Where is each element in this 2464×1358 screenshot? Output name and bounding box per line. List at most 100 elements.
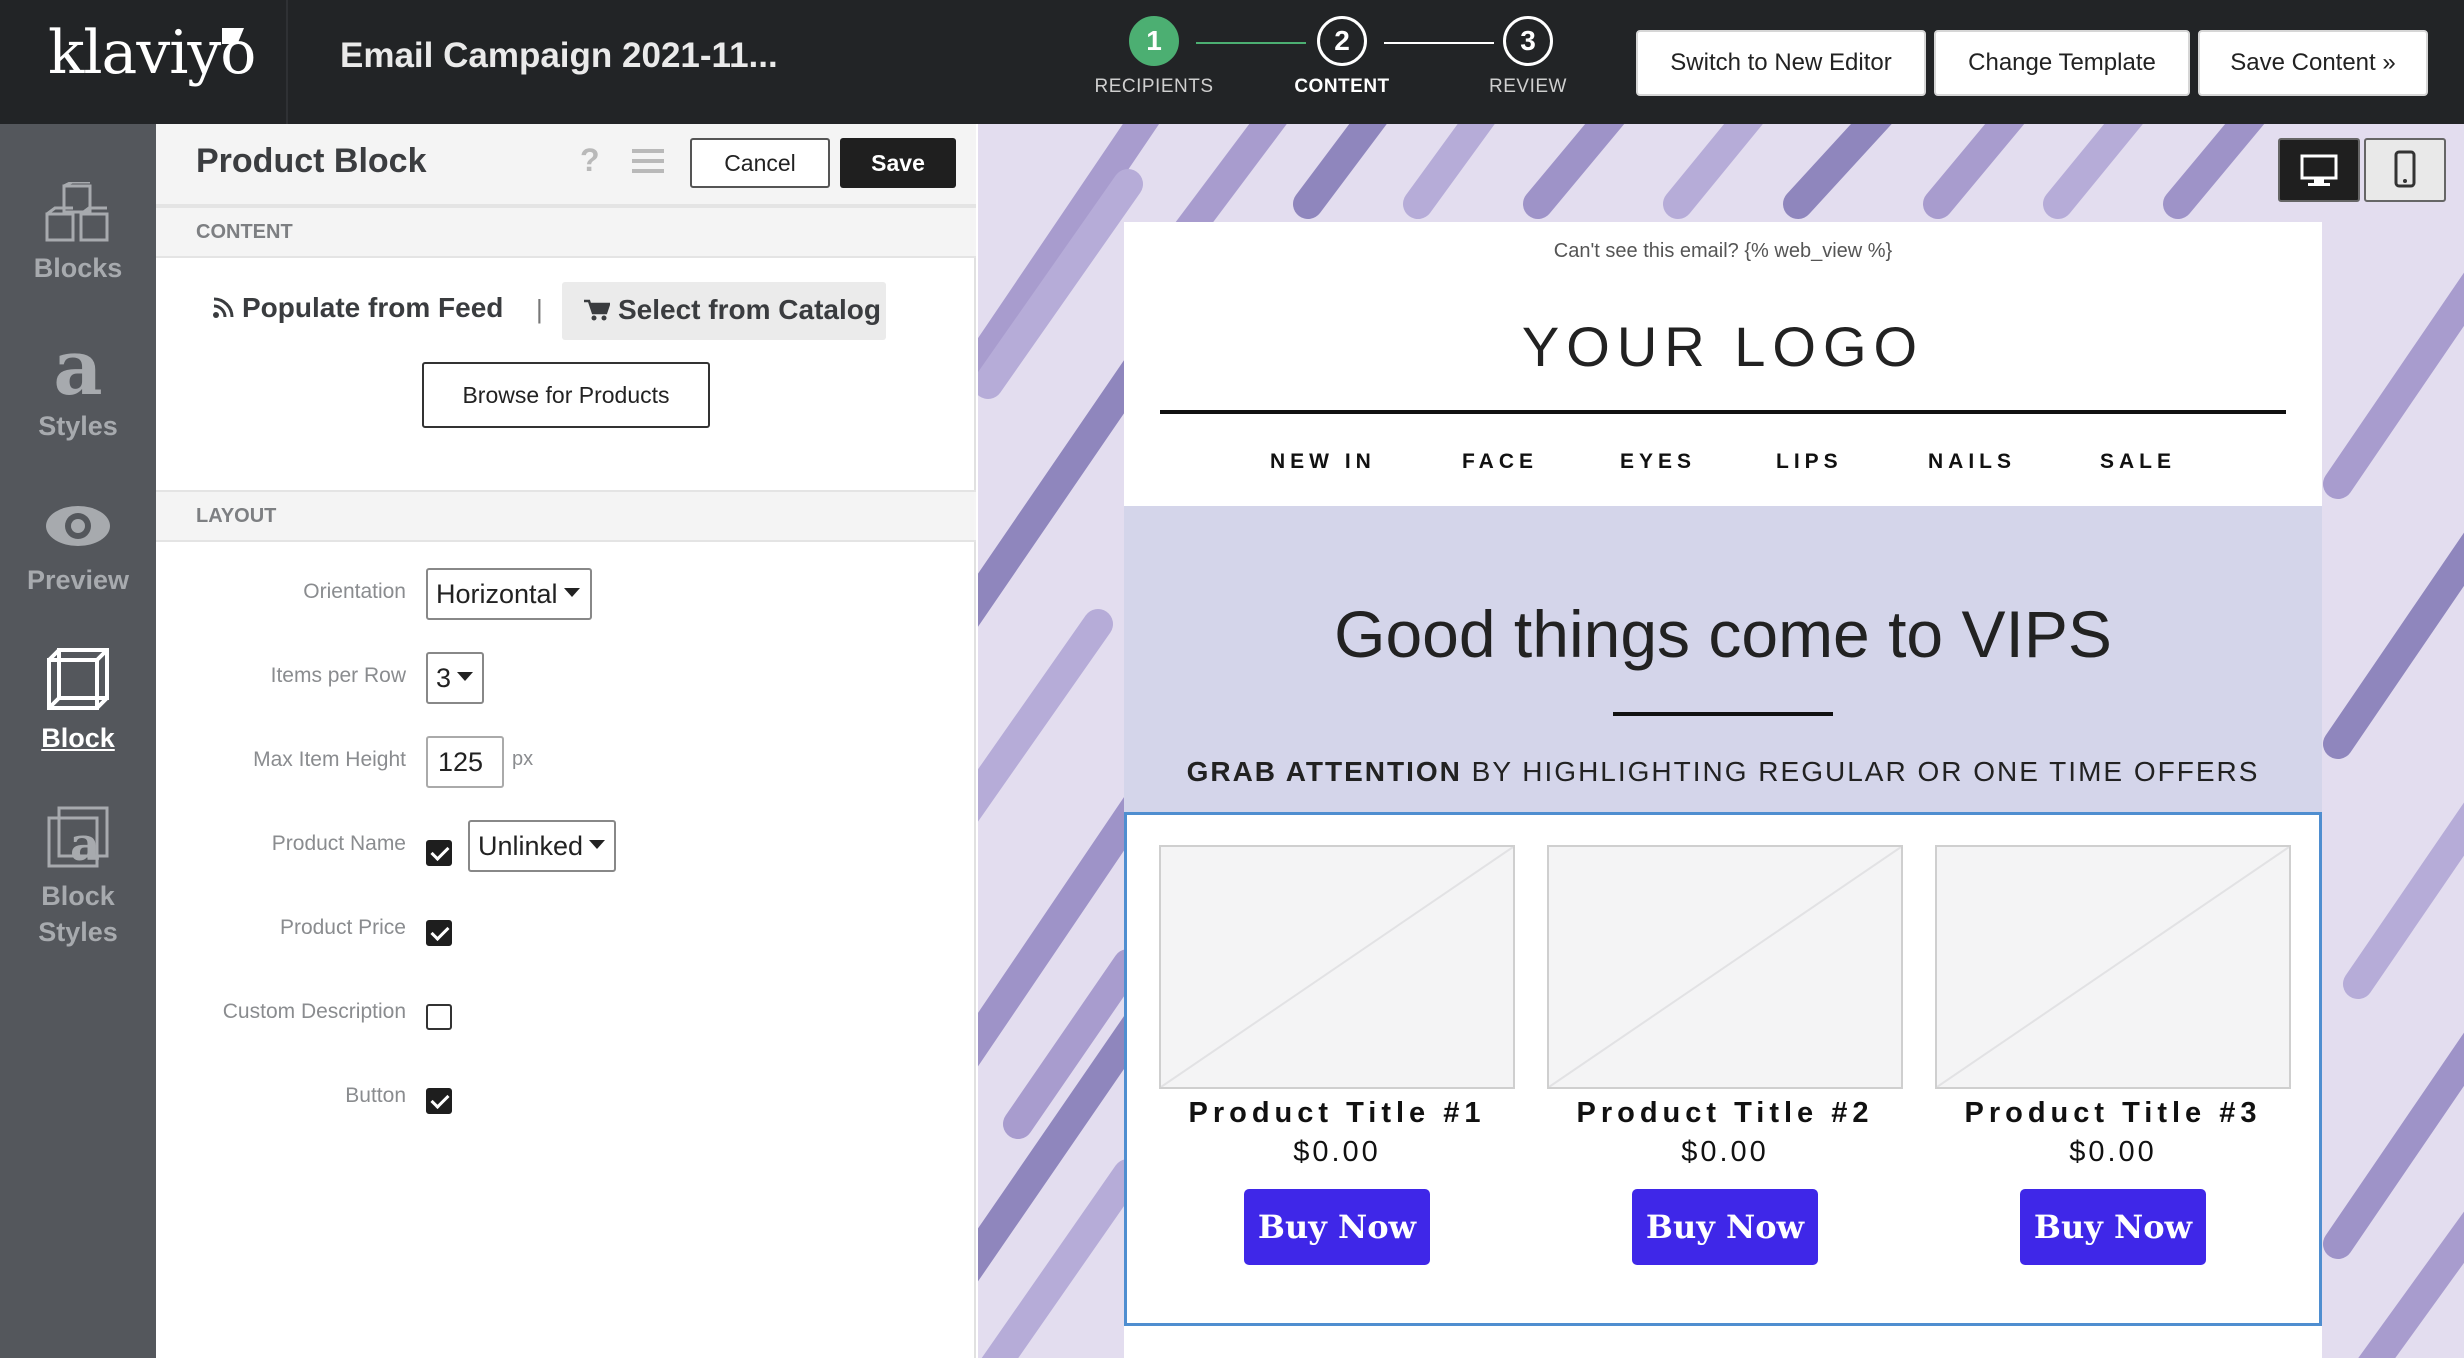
buy-now-button[interactable]: Buy Now <box>1244 1189 1430 1265</box>
content-section-heading: CONTENT <box>156 206 976 258</box>
product-price: $0.00 <box>2069 1136 2157 1168</box>
save-content-button[interactable]: Save Content » <box>2198 30 2428 96</box>
rail-label: Blocks <box>33 253 123 283</box>
product-price-checkbox[interactable] <box>426 920 452 946</box>
step-recipients[interactable]: 1 RECIPIENTS <box>1074 16 1234 98</box>
button-option-checkbox[interactable] <box>426 1088 452 1114</box>
max-item-height-label: Max Item Height <box>253 748 406 771</box>
rail-label: Preview <box>26 565 130 595</box>
rail-item-preview[interactable]: Preview <box>0 496 156 598</box>
nav-item-eyes[interactable]: EYES <box>1620 450 1696 474</box>
hero-divider <box>1613 712 1833 716</box>
desktop-icon <box>2300 154 2338 186</box>
hero-subtitle-rest: BY HIGHLIGHTING REGULAR OR ONE TIME OFFE… <box>1461 756 2260 787</box>
save-button[interactable]: Save <box>840 138 956 188</box>
svg-text:a: a <box>70 817 100 871</box>
desktop-view-button[interactable] <box>2278 138 2360 202</box>
placeholder-diagonal <box>1549 847 1901 1087</box>
rail-label: Block <box>41 723 115 753</box>
email-nav: NEW IN FACE EYES LIPS NAILS SALE <box>1124 450 2322 478</box>
nav-item-face[interactable]: FACE <box>1462 450 1538 474</box>
product-image-placeholder <box>1547 845 1903 1089</box>
chevron-down-icon <box>563 588 580 598</box>
svg-text:a: a <box>53 336 102 402</box>
email-logo[interactable]: YOUR LOGO <box>1124 314 2322 379</box>
orientation-value: Horizontal <box>436 579 558 609</box>
nav-item-sale[interactable]: SALE <box>2100 450 2176 474</box>
product-name-label: Product Name <box>271 832 406 855</box>
populate-from-feed-label: Populate from Feed <box>242 292 504 323</box>
items-per-row-select[interactable]: 3 <box>426 652 484 704</box>
product-block-selected[interactable]: Product Title #1 $0.00 Buy Now Product T… <box>1124 812 2322 1326</box>
step-label: RECIPIENTS <box>1094 76 1214 97</box>
product-card[interactable]: Product Title #3 $0.00 Buy Now <box>1935 845 2291 1265</box>
rail-item-block-styles[interactable]: a Block Styles <box>0 802 156 950</box>
switch-editor-button[interactable]: Switch to New Editor <box>1636 30 1926 96</box>
chevron-down-icon <box>589 840 606 850</box>
step-review[interactable]: 3 REVIEW <box>1448 16 1608 98</box>
cart-icon <box>584 299 611 321</box>
product-title: Product Title #3 <box>1964 1097 2262 1129</box>
hero-subtitle-bold: GRAB ATTENTION <box>1186 756 1462 787</box>
product-image-placeholder <box>1159 845 1515 1089</box>
browse-products-button[interactable]: Browse for Products <box>422 362 710 428</box>
rail-item-block[interactable]: Block <box>0 644 156 756</box>
cancel-button[interactable]: Cancel <box>690 138 830 188</box>
change-template-button[interactable]: Change Template <box>1934 30 2190 96</box>
items-per-row-value: 3 <box>436 663 452 693</box>
campaign-title[interactable]: Email Campaign 2021-11... <box>340 36 778 76</box>
rail-item-blocks[interactable]: Blocks <box>0 182 156 286</box>
nav-item-nails[interactable]: NAILS <box>1928 450 2016 474</box>
button-option-label: Button <box>345 1084 406 1107</box>
product-title: Product Title #2 <box>1576 1097 1874 1129</box>
orientation-select[interactable]: Horizontal <box>426 568 592 620</box>
help-icon[interactable]: ? <box>580 142 600 179</box>
rss-icon <box>213 297 234 318</box>
items-per-row-label: Items per Row <box>270 664 406 687</box>
mobile-icon <box>2394 150 2416 188</box>
buy-now-button[interactable]: Buy Now <box>1632 1189 1818 1265</box>
placeholder-diagonal <box>1161 847 1513 1087</box>
divider <box>286 0 288 124</box>
rail-item-styles[interactable]: a Styles <box>0 336 156 444</box>
product-price: $0.00 <box>1293 1136 1381 1168</box>
max-item-height-input[interactable]: 125 <box>426 736 504 788</box>
orientation-label: Orientation <box>303 580 406 603</box>
custom-description-checkbox[interactable] <box>426 1004 452 1030</box>
block-styles-icon: a <box>47 806 109 871</box>
step-content[interactable]: 2 CONTENT <box>1262 16 1422 98</box>
product-card[interactable]: Product Title #2 $0.00 Buy Now <box>1547 845 1903 1265</box>
step-number: 2 <box>1317 16 1367 66</box>
styles-icon: a <box>53 336 102 402</box>
web-view-link[interactable]: Can't see this email? {% web_view %} <box>1124 240 2322 263</box>
product-price-label: Product Price <box>279 916 406 939</box>
step-label: CONTENT <box>1294 76 1390 97</box>
buy-now-button[interactable]: Buy Now <box>2020 1189 2206 1265</box>
step-number: 3 <box>1503 16 1553 66</box>
custom-description-label: Custom Description <box>222 1000 406 1023</box>
placeholder-diagonal <box>1937 847 2289 1087</box>
select-from-catalog-label: Select from Catalog <box>618 294 881 325</box>
nav-item-new-in[interactable]: NEW IN <box>1270 450 1376 474</box>
eye-icon <box>46 506 110 546</box>
nav-item-lips[interactable]: LIPS <box>1776 450 1843 474</box>
hero-block[interactable]: Good things come to VIPS GRAB ATTENTION … <box>1124 506 2322 816</box>
layout-section-heading: LAYOUT <box>156 490 976 542</box>
device-toggle <box>2278 138 2448 202</box>
panel-title: Product Block <box>196 142 427 180</box>
email-preview: Can't see this email? {% web_view %} YOU… <box>1124 222 2322 1358</box>
panel-header: Product Block ? Cancel Save <box>156 124 976 206</box>
top-bar: klaviyo Email Campaign 2021-11... 1 RECI… <box>0 0 2464 124</box>
rail-label: Styles <box>38 411 118 441</box>
mobile-view-button[interactable] <box>2364 138 2446 202</box>
chevron-down-icon <box>457 672 474 682</box>
product-price: $0.00 <box>1681 1136 1769 1168</box>
product-name-link-select[interactable]: Unlinked <box>468 820 616 872</box>
left-rail: Blocks a Styles Preview Block a Block St… <box>0 124 156 1358</box>
product-card[interactable]: Product Title #1 $0.00 Buy Now <box>1159 845 1515 1265</box>
select-from-catalog-tab[interactable]: Select from Catalog <box>562 282 886 340</box>
populate-from-feed-link[interactable]: Populate from Feed <box>212 292 503 324</box>
menu-icon[interactable] <box>632 148 664 174</box>
block-editor-panel: Product Block ? Cancel Save CONTENT Popu… <box>156 124 976 1358</box>
product-name-checkbox[interactable] <box>426 840 452 866</box>
